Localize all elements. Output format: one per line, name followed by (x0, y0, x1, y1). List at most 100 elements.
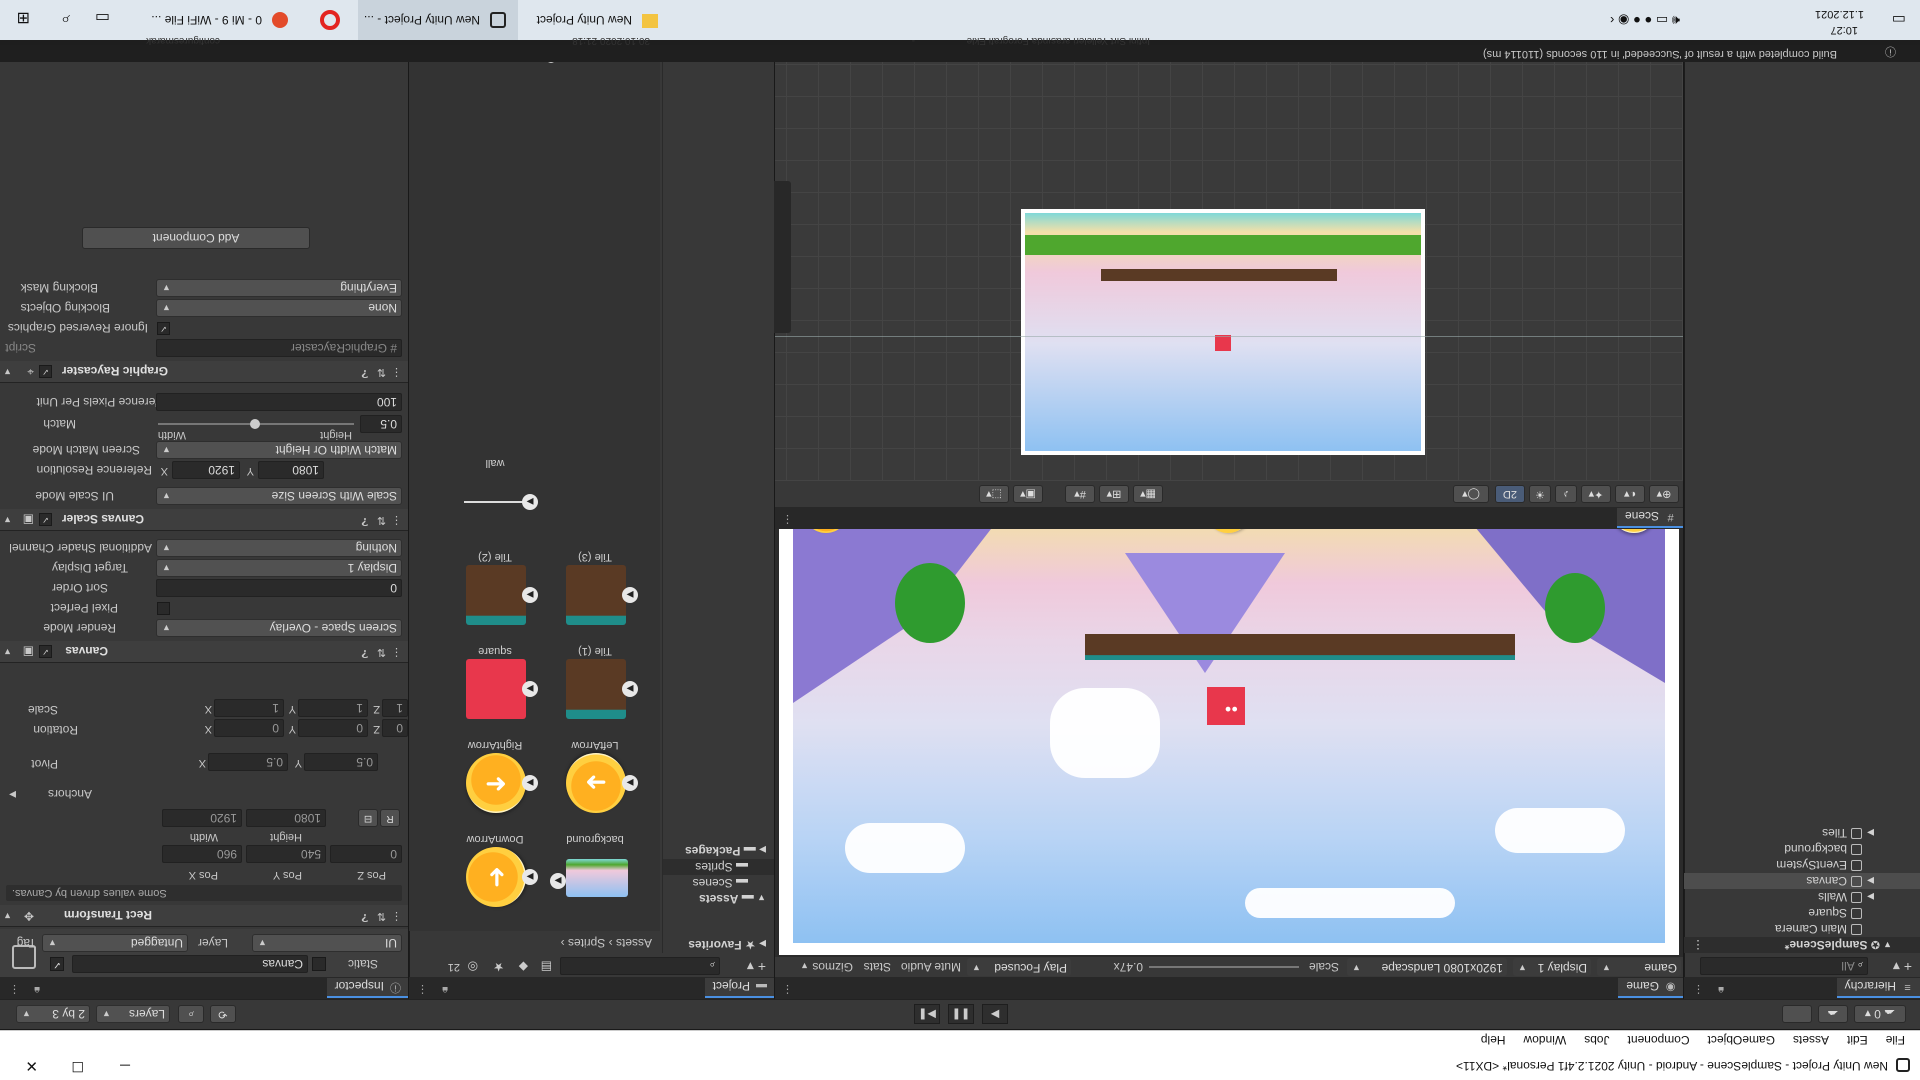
render-mode-dropdown[interactable]: Screen Space - Overlay ▼ (156, 619, 402, 637)
asset-tile-2[interactable]: ▶ Tile (2) (450, 535, 540, 625)
menu-help[interactable]: Help (1472, 1030, 1515, 1050)
tree-scenes[interactable]: ▬ Scenes (663, 875, 774, 891)
object-name-input[interactable]: Canvas (72, 955, 308, 973)
play-button[interactable]: ▶ (982, 1004, 1008, 1024)
match-slider[interactable] (158, 419, 354, 429)
add-icon[interactable]: + ▾ (1893, 958, 1912, 975)
preset-icon[interactable]: ⇅ (377, 646, 386, 659)
blocking-mask-dropdown[interactable]: Everything ▼ (156, 279, 402, 297)
more-icon[interactable]: ⋮ (782, 513, 793, 526)
star-icon[interactable]: ★ (493, 960, 504, 974)
breadcrumb-sprites[interactable]: Sprites (568, 936, 605, 950)
hierarchy-item-tiles[interactable]: ▶ Tiles (1684, 825, 1920, 841)
help-icon[interactable]: ❓︎ (361, 514, 368, 527)
shading-button[interactable]: ◯▾ (1453, 485, 1489, 503)
tab-scene[interactable]: # Scene (1616, 508, 1683, 528)
lock-icon[interactable]: 🔒︎ (34, 983, 40, 996)
minimize-icon[interactable]: ─ (120, 1058, 130, 1074)
tab-inspector[interactable]: ⓘ Inspector (326, 978, 408, 998)
tab-game[interactable]: ◉ Game (1618, 978, 1683, 998)
ui-scale-mode-dropdown[interactable]: Scale With Screen Size ▼ (156, 487, 402, 505)
breadcrumb-assets[interactable]: Assets (616, 936, 652, 950)
asset-tile-3[interactable]: ▶ Tile (3) (550, 535, 640, 625)
snap-button[interactable]: ⊞▾ (1099, 485, 1129, 503)
menu-jobs[interactable]: Jobs (1575, 1030, 1618, 1050)
preset-icon[interactable]: ⇅ (377, 366, 386, 379)
taskbar-tab-browser[interactable]: 0 - Mi 9 - WiFi File ... (140, 0, 300, 40)
grid-visibility-button[interactable]: #▾ (1065, 485, 1095, 503)
effects-button[interactable]: ✦▾ (1581, 485, 1611, 503)
scale-z-field[interactable]: 1 (382, 699, 408, 717)
help-icon[interactable]: ❓︎ (361, 366, 368, 379)
tree-assets[interactable]: ▼ ▬ Assets (663, 891, 774, 907)
enabled-checkbox[interactable]: ✓ (39, 365, 52, 378)
pos-x-field[interactable]: 960 (162, 845, 242, 863)
grid-snap-button[interactable]: ▦▾ (1133, 485, 1163, 503)
asset-leftarrow[interactable]: ➜ ▶ LeftArrow (550, 723, 640, 813)
maximize-icon[interactable]: ☐ (71, 1058, 84, 1075)
taskbar-tab-explorer[interactable]: New Unity Project (520, 0, 670, 40)
pos-z-field[interactable]: 0 (330, 845, 402, 863)
slider-handle[interactable] (250, 419, 260, 429)
match-mode-dropdown[interactable]: Match Width Or Height ▼ (156, 441, 402, 459)
target-display-dropdown[interactable]: Display 1 ▼ (156, 559, 402, 577)
scene-canvas[interactable] (751, 45, 1683, 481)
preset-icon[interactable]: ⇅ (377, 514, 386, 527)
sort-order-field[interactable]: 0 (156, 579, 402, 597)
game-mode-dropdown[interactable]: Game ▼ (1597, 958, 1681, 976)
blueprint-button[interactable]: ⊟ (358, 809, 378, 827)
menu-component[interactable]: Component (1619, 1030, 1699, 1050)
gizmo-toggle-button[interactable]: ⊕▾ (1649, 485, 1679, 503)
tools-button[interactable]: ⬚▾ (979, 485, 1009, 503)
help-icon[interactable]: ❓︎ (361, 646, 368, 659)
eye-icon[interactable]: ◎ (468, 960, 478, 974)
asset-downarrow[interactable]: ➜ ▶ DownArrow (450, 817, 540, 907)
pixel-perfect-checkbox[interactable] (157, 602, 170, 615)
resolution-dropdown[interactable]: 1920x1080 Landscape ▼ (1347, 958, 1507, 976)
anchors-label[interactable]: Anchors (48, 787, 92, 801)
scene-root[interactable]: ▼ ✪ SampleScene* ⋮ (1684, 937, 1920, 953)
match-value-field[interactable]: 0.5 (360, 415, 402, 433)
scale-slider[interactable] (1149, 966, 1299, 968)
raw-edit-button[interactable]: R (380, 809, 400, 827)
menu-file[interactable]: File (1877, 1030, 1914, 1050)
account-button[interactable]: ☁ 0 ▾ (1854, 1005, 1906, 1023)
ignore-reversed-checkbox[interactable]: ✓ (157, 322, 170, 335)
more-icon[interactable]: ⋮ (391, 514, 402, 527)
more-icon[interactable]: ⋮ (1693, 983, 1704, 996)
filter-icon[interactable]: ▤ (541, 960, 552, 974)
lock-icon[interactable]: 🔒︎ (1718, 983, 1724, 996)
lock-icon[interactable]: 🔒︎ (442, 983, 448, 996)
ref-ppu-field[interactable]: 100 (156, 393, 402, 411)
opera-icon[interactable] (320, 10, 340, 30)
windows-start-icon[interactable]: ⊞ (17, 8, 30, 28)
ref-resolution-x-field[interactable]: 1920 (172, 461, 240, 479)
taskbar-tab-unity[interactable]: New Unity Project - ... (358, 0, 518, 40)
asset-tile-1[interactable]: ▶ Tile (1) (550, 629, 640, 719)
mute-audio-toggle[interactable]: Mute Audio (901, 960, 961, 974)
tree-sprites[interactable]: ▬ Sprites (663, 859, 774, 875)
menu-window[interactable]: Window (1515, 1030, 1576, 1050)
more-icon[interactable]: ⋮ (391, 910, 402, 923)
hierarchy-item-background[interactable]: background (1684, 841, 1920, 857)
scale-y-field[interactable]: 1 (298, 699, 368, 717)
asset-background[interactable]: ▶ background (550, 817, 640, 907)
tag-dropdown[interactable]: Untagged ▼ (42, 934, 188, 952)
blocking-objects-dropdown[interactable]: None ▼ (156, 299, 402, 317)
play-focused-dropdown[interactable]: Play Focused ▼ (967, 958, 1071, 976)
notification-icon[interactable]: ▭ (1892, 11, 1906, 29)
layer-dropdown[interactable]: UI ▼ (252, 934, 402, 952)
hierarchy-search-input[interactable]: ⌕ All (1700, 957, 1868, 975)
rotation-z-field[interactable]: 0 (382, 719, 408, 737)
history-button[interactable]: ⟲ (210, 1005, 236, 1023)
search-icon[interactable]: ⌕ (61, 10, 70, 28)
pos-y-field[interactable]: 540 (246, 845, 326, 863)
system-tray-icons[interactable]: 🔊︎ ▭ ● ● ◉ ‹ (1610, 12, 1680, 28)
scale-x-field[interactable]: 1 (214, 699, 284, 717)
canvas-scaler-header[interactable]: ▼ ▣ ✓ Canvas Scaler ❓︎ ⇅ ⋮ (0, 509, 408, 531)
graphic-raycaster-header[interactable]: ▼ ⌖ ✓ Graphic Raycaster ❓︎ ⇅ ⋮ (0, 361, 408, 383)
tab-hierarchy[interactable]: ≡ Hierarchy (1836, 978, 1920, 998)
stats-toggle[interactable]: Stats (864, 960, 891, 974)
lighting-button[interactable]: ☀ (1529, 485, 1551, 503)
add-icon[interactable]: + ▾ (747, 958, 766, 975)
